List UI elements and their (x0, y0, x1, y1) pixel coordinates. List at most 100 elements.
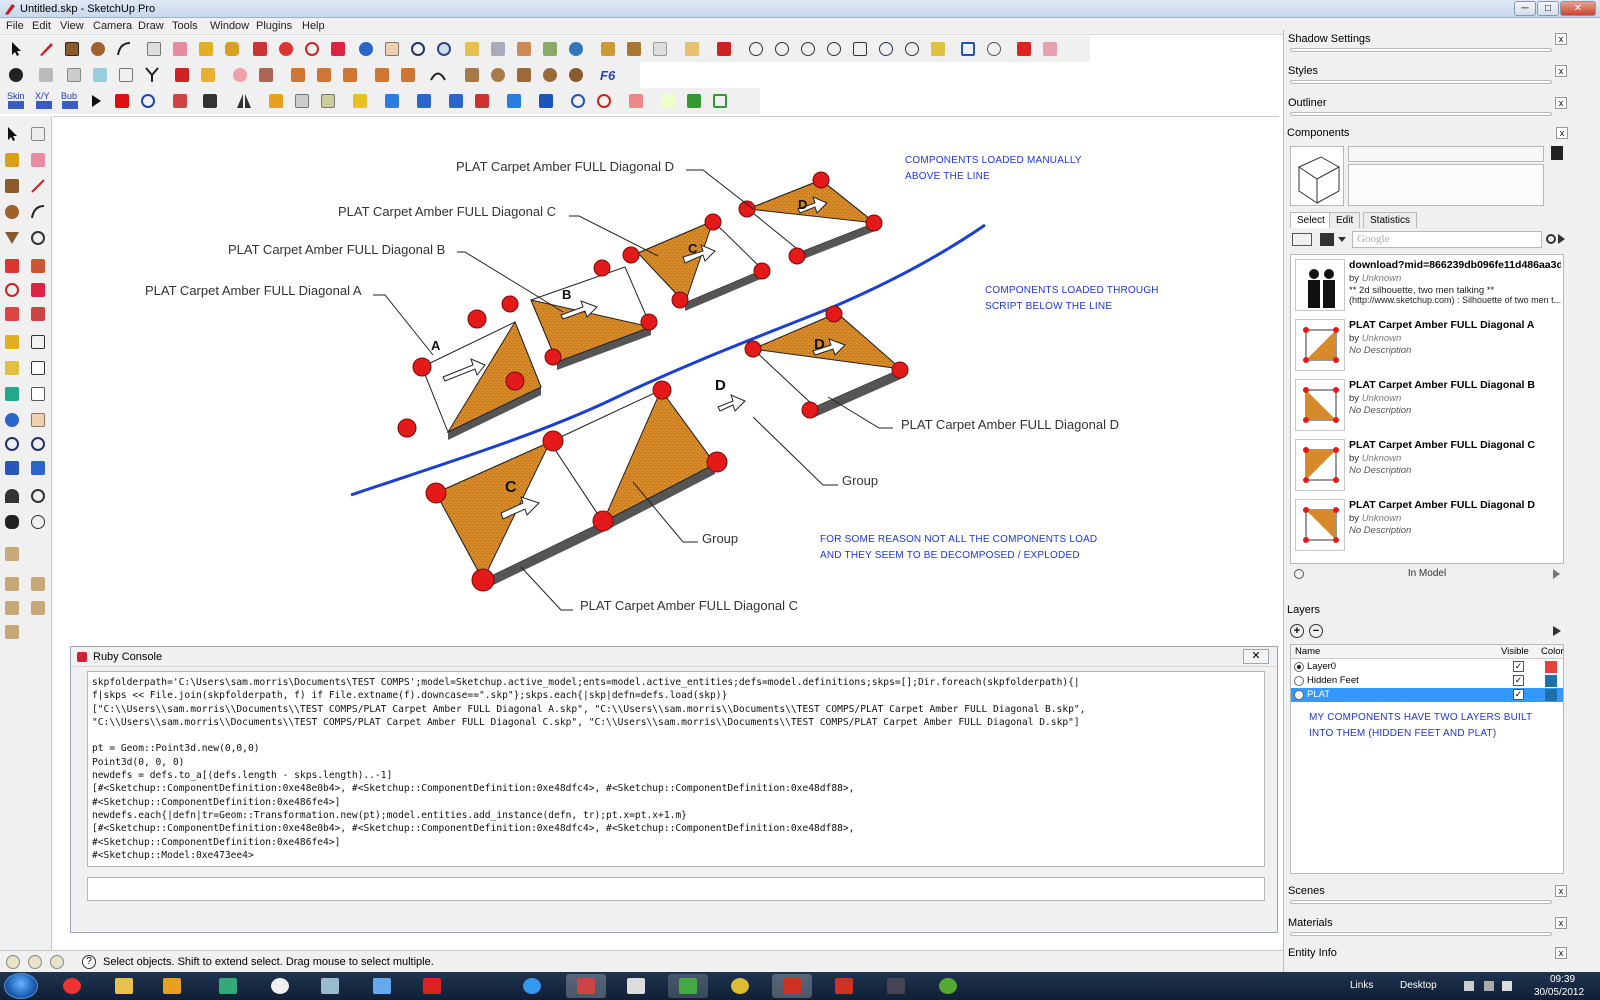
scenes-tray[interactable]: Scenes x (1284, 882, 1570, 910)
tab-statistics[interactable]: Statistics (1363, 212, 1418, 228)
layer-tool-5-icon[interactable] (28, 598, 48, 618)
autodesk-taskbar-icon[interactable] (412, 974, 452, 998)
components-search-input[interactable]: Google (1352, 231, 1542, 248)
shape-tool-2-icon[interactable] (772, 39, 792, 59)
layer-row-layer0[interactable]: Layer0 ✓ (1291, 660, 1563, 674)
shadow-settings-close[interactable]: x (1555, 33, 1567, 45)
ns-taskbar-icon[interactable] (876, 974, 916, 998)
polygon-icon[interactable] (2, 228, 22, 248)
component-item[interactable]: PLAT Carpet Amber FULL Diagonal C by Unk… (1291, 435, 1563, 495)
axes-3-icon[interactable] (372, 65, 392, 85)
menu-camera[interactable]: Camera (93, 20, 132, 32)
layer-tool-1-icon[interactable] (2, 544, 22, 564)
up-red-arrows-icon[interactable] (472, 91, 492, 111)
image-viewer-taskbar-icon[interactable] (310, 974, 350, 998)
ruby-console-input[interactable] (87, 877, 1265, 901)
layer-visible-checkbox[interactable]: ✓ (1513, 689, 1524, 700)
geo-location-icon[interactable] (6, 955, 20, 969)
component-item[interactable]: PLAT Carpet Amber FULL Diagonal A by Unk… (1291, 315, 1563, 375)
arc-tool-icon[interactable] (114, 39, 134, 59)
component-tool-2-icon[interactable] (624, 39, 644, 59)
component-icon[interactable] (28, 124, 48, 144)
column-visible[interactable]: Visible (1501, 646, 1529, 657)
credits-icon[interactable] (28, 955, 42, 969)
tray-volume-icon[interactable] (1502, 981, 1512, 991)
menu-edit[interactable]: Edit (32, 20, 51, 32)
f6-plugin-icon[interactable]: F6 (598, 65, 622, 85)
cone-icon[interactable] (462, 65, 482, 85)
components-list[interactable]: download?mid=866239db096fe11d486aa3d6...… (1290, 254, 1564, 564)
links-toolbar[interactable]: Links (1350, 980, 1373, 991)
shape-tool-8-icon[interactable] (928, 39, 948, 59)
layer-row-plat[interactable]: PLAT ✓ (1291, 688, 1563, 702)
book-icon[interactable] (170, 91, 190, 111)
pig-icon[interactable] (230, 65, 250, 85)
shape-tool-6-icon[interactable] (876, 39, 896, 59)
push-pull-icon[interactable] (250, 39, 270, 59)
erase-fill-icon[interactable] (714, 39, 734, 59)
section-plane-icon[interactable] (682, 39, 702, 59)
home-icon[interactable] (1320, 233, 1334, 246)
bomb-icon[interactable] (6, 65, 26, 85)
brush-icon[interactable] (198, 65, 218, 85)
look-around-icon[interactable] (28, 486, 48, 506)
hand-icon[interactable] (658, 91, 678, 111)
xy-tool-icon[interactable]: X/Y (34, 91, 54, 111)
3d-text-icon[interactable] (28, 384, 48, 404)
pan-icon-2[interactable] (28, 410, 48, 430)
rotate-tool-icon[interactable] (302, 39, 322, 59)
select-icon[interactable] (2, 124, 22, 144)
add-location-icon[interactable] (462, 39, 482, 59)
chrome-taskbar-icon[interactable] (52, 974, 92, 998)
play-icon[interactable] (86, 91, 106, 111)
delete-layer-icon[interactable]: − (1309, 624, 1323, 638)
cube-2-icon[interactable] (292, 91, 312, 111)
axes-icon[interactable] (2, 384, 22, 404)
rotate-icon[interactable] (2, 280, 22, 300)
menu-tools[interactable]: Tools (172, 20, 198, 32)
bub-tool-icon[interactable]: Bub (60, 91, 80, 111)
tab-select[interactable]: Select (1290, 212, 1332, 228)
person-icon[interactable] (256, 65, 276, 85)
menu-window[interactable]: Window (210, 20, 249, 32)
details-arrow-icon[interactable] (1558, 234, 1565, 244)
active-layer-radio[interactable] (1294, 690, 1304, 700)
layer-color-swatch[interactable] (1545, 661, 1557, 673)
scenes-close[interactable]: x (1555, 885, 1567, 897)
outliner-tray[interactable]: Outliner x (1284, 94, 1570, 122)
y-axis-icon[interactable] (142, 65, 162, 85)
hourglass-icon[interactable] (536, 91, 556, 111)
styles-close[interactable]: x (1555, 65, 1567, 77)
dial-taskbar-icon[interactable] (260, 974, 300, 998)
add-component-icon[interactable] (1551, 146, 1563, 160)
snowflake-icon[interactable] (90, 65, 110, 85)
component-item[interactable]: PLAT Carpet Amber FULL Diagonal B by Unk… (1291, 375, 1563, 435)
make-component-icon[interactable] (144, 39, 164, 59)
scale-icon[interactable] (2, 304, 22, 324)
outlook-taskbar-icon[interactable] (152, 974, 192, 998)
layer-tool-4-icon[interactable] (2, 598, 22, 618)
component-description-field[interactable] (1348, 164, 1544, 206)
undo-curve-icon[interactable] (568, 91, 588, 111)
protractor-icon[interactable] (2, 358, 22, 378)
paint-icon[interactable] (2, 150, 22, 170)
sketchup-layout-taskbar-icon[interactable] (824, 974, 864, 998)
redo-curve-icon[interactable] (594, 91, 614, 111)
column-color[interactable]: Color (1541, 646, 1564, 657)
circle-tool-icon[interactable] (88, 39, 108, 59)
dimension-icon[interactable] (28, 332, 48, 352)
network-taskbar-icon[interactable] (362, 974, 402, 998)
start-button[interactable] (4, 973, 38, 999)
layer-visible-checkbox[interactable]: ✓ (1513, 661, 1524, 672)
position-camera-icon[interactable] (2, 486, 22, 506)
shape-tool-5-icon[interactable] (850, 39, 870, 59)
eraser-icon[interactable] (170, 39, 190, 59)
rectangle-tool-icon[interactable] (62, 39, 82, 59)
component-item[interactable]: PLAT Carpet Amber FULL Diagonal D by Unk… (1291, 495, 1563, 555)
pencil-tool-icon[interactable] (36, 39, 56, 59)
freehand-icon[interactable] (28, 228, 48, 248)
eraser-icon-2[interactable] (28, 150, 48, 170)
cloud-taskbar-icon[interactable] (616, 974, 656, 998)
layer-visible-checkbox[interactable]: ✓ (1513, 675, 1524, 686)
menu-file[interactable]: File (6, 20, 24, 32)
